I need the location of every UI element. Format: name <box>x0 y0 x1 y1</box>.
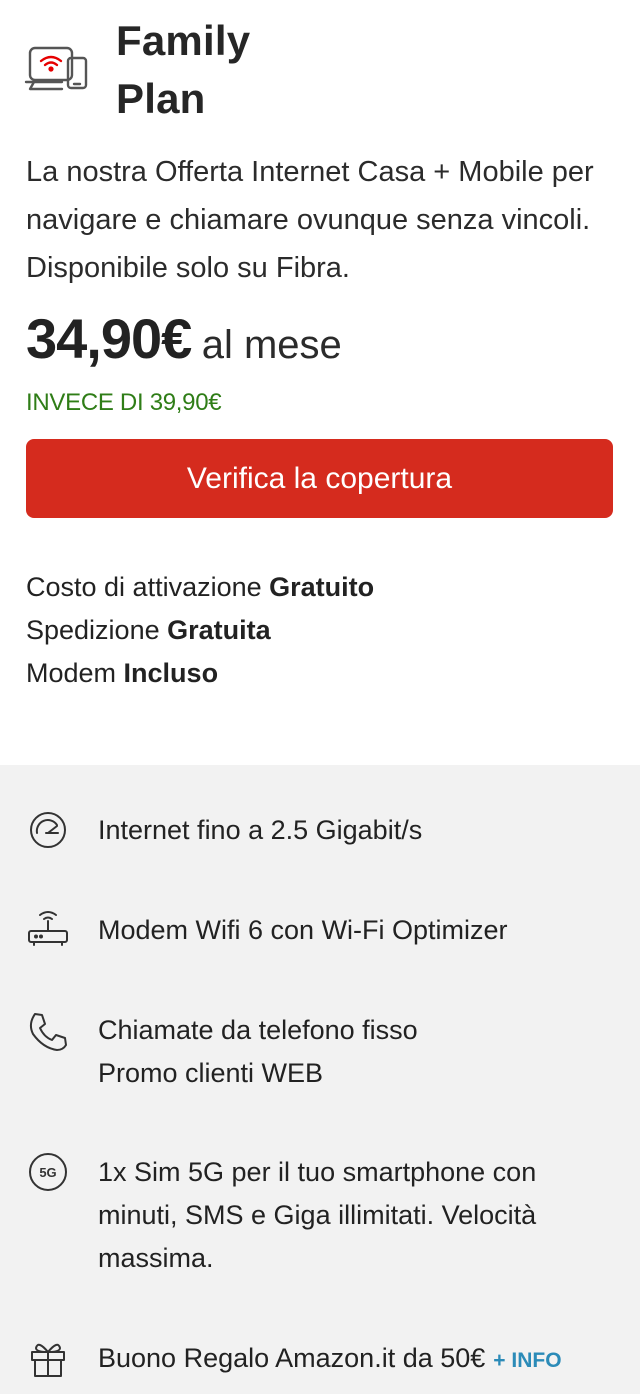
5g-icon: 5G <box>26 1151 70 1195</box>
speedometer-icon <box>26 809 70 853</box>
check-coverage-button[interactable]: Verifica la copertura <box>26 439 613 518</box>
feature-text: Modem Wifi 6 con Wi-Fi Optimizer <box>98 915 508 945</box>
cost-shipping: Spedizione Gratuita <box>26 615 271 645</box>
feature-text: Buono Regalo Amazon.it da 50€ <box>98 1343 486 1373</box>
price-row: 34,90€ al mese <box>26 306 342 371</box>
plan-title-line1: Family <box>116 17 251 64</box>
feature-text-line: Chiamate da telefono fisso <box>98 1015 418 1045</box>
plan-card: Family Plan La nostra Offerta Internet C… <box>0 0 640 765</box>
plan-description: La nostra Offerta Internet Casa + Mobile… <box>26 156 594 284</box>
plan-title-line2: Plan <box>116 75 206 122</box>
feature-text-line: 1x Sim 5G per il tuo smartphone con <box>98 1157 537 1187</box>
old-price: INVECE DI 39,90€ <box>26 389 222 416</box>
5g-badge-text: 5G <box>39 1165 56 1180</box>
home-wifi-device-icon <box>24 44 90 94</box>
features-panel: Internet fino a 2.5 Gigabit/s Modem Wifi… <box>0 765 640 1394</box>
plan-title: Family Plan <box>116 12 250 128</box>
info-link[interactable]: + INFO <box>493 1349 561 1372</box>
cost-modem: Modem Incluso <box>26 658 219 688</box>
router-icon <box>26 905 70 949</box>
phone-icon <box>26 1009 70 1053</box>
price-value: 34,90€ <box>26 307 192 370</box>
cost-list: Costo di attivazione Gratuito Spedizione… <box>26 566 374 695</box>
price-period: al mese <box>201 323 342 367</box>
feature-text-line: massima. <box>98 1243 214 1273</box>
cost-activation: Costo di attivazione Gratuito <box>26 572 375 602</box>
feature-text-line: minuti, SMS e Giga illimitati. Velocità <box>98 1200 537 1230</box>
feature-text: Internet fino a 2.5 Gigabit/s <box>98 815 423 845</box>
feature-text-line: Promo clienti WEB <box>98 1058 324 1088</box>
gift-icon <box>26 1337 70 1381</box>
